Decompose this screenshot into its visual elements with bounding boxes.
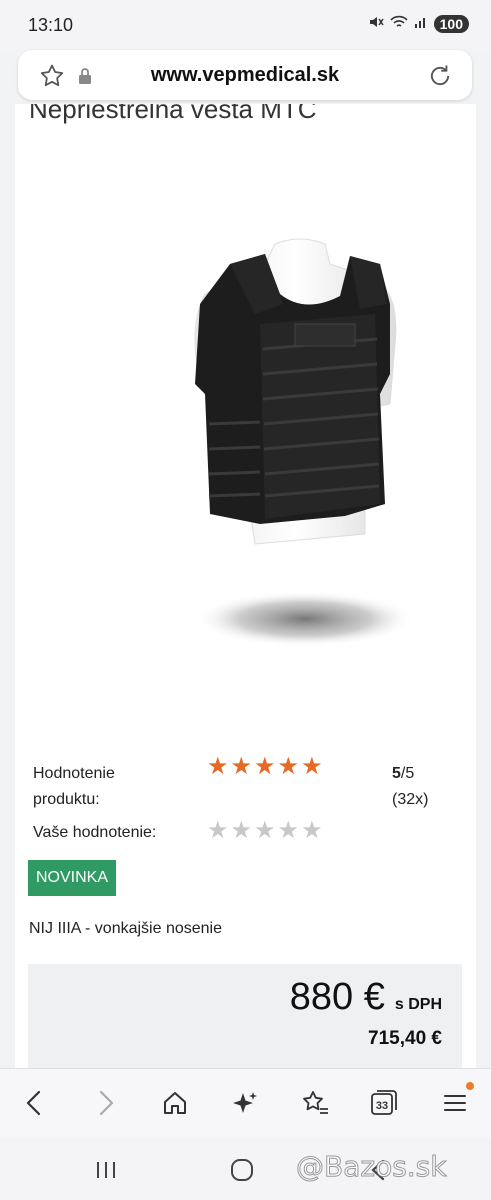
price-without-vat: 715,40 € xyxy=(368,1028,442,1049)
reload-icon[interactable] xyxy=(426,62,454,95)
back-icon[interactable] xyxy=(18,1087,50,1119)
rate-5-star-icon[interactable]: ★ xyxy=(301,819,323,843)
status-bar: 13:10 100 xyxy=(0,0,491,50)
product-rating-label: Hodnotenie produktu: xyxy=(33,765,115,808)
address-bar[interactable]: www.vepmedical.sk xyxy=(18,50,472,100)
page-content: Nepriestrelná vesta MTC Hodnotenie produ… xyxy=(15,104,476,1068)
rating-score: 5/5 (32x) xyxy=(392,761,428,813)
new-badge: NOVINKA xyxy=(28,860,117,896)
star-icon: ★ xyxy=(301,753,323,780)
star-icon: ★ xyxy=(254,753,276,780)
home-icon[interactable] xyxy=(159,1087,191,1119)
ai-sparkle-icon[interactable] xyxy=(229,1087,261,1119)
wifi-icon xyxy=(390,15,408,32)
rating-score-max: /5 xyxy=(400,765,415,782)
rating-count: (32x) xyxy=(392,791,429,808)
url-text[interactable]: www.vepmedical.sk xyxy=(18,64,472,87)
menu-icon[interactable] xyxy=(439,1082,474,1119)
forward-icon[interactable] xyxy=(90,1087,122,1119)
watermark: @Bazos.sk xyxy=(296,1150,447,1184)
rate-1-star-icon[interactable]: ★ xyxy=(207,819,229,843)
mute-icon xyxy=(368,14,384,33)
rate-4-star-icon[interactable]: ★ xyxy=(278,819,300,843)
rate-2-star-icon[interactable]: ★ xyxy=(231,819,253,843)
product-title: Nepriestrelná vesta MTC xyxy=(29,104,317,124)
status-icons: 100 xyxy=(368,14,469,33)
short-description: NIJ IIIA - vonkajšie nosenie xyxy=(29,920,222,937)
battery-indicator: 100 xyxy=(433,14,469,33)
rate-3-star-icon[interactable]: ★ xyxy=(254,819,276,843)
price-suffix: s DPH xyxy=(394,996,442,1013)
price-main: 880 € s DPH xyxy=(290,976,442,1019)
status-time: 13:10 xyxy=(28,15,74,35)
rating-score-value: 5 xyxy=(392,765,401,782)
recent-apps-icon[interactable] xyxy=(86,1156,126,1184)
bookmark-star-icon[interactable] xyxy=(299,1087,331,1119)
your-rating-label: Vaše hodnotenie: xyxy=(33,824,157,841)
price-value: 880 € xyxy=(289,976,385,1018)
star-icon: ★ xyxy=(207,753,229,780)
product-rating-stars: ★ ★ ★ ★ ★ xyxy=(207,755,323,779)
tab-count: 33 xyxy=(376,1100,388,1112)
notification-dot xyxy=(466,1082,474,1090)
tabs-icon[interactable]: 33 xyxy=(368,1087,400,1119)
your-rating-stars: ★ ★ ★ ★ ★ xyxy=(207,819,323,843)
price-box: 880 € s DPH 715,40 € xyxy=(28,964,462,1068)
star-icon: ★ xyxy=(277,753,300,780)
product-image[interactable] xyxy=(165,234,465,664)
home-circle-icon[interactable] xyxy=(222,1156,262,1184)
signal-icon xyxy=(414,15,428,32)
browser-toolbar: 33 xyxy=(0,1068,491,1138)
star-icon: ★ xyxy=(230,753,253,780)
